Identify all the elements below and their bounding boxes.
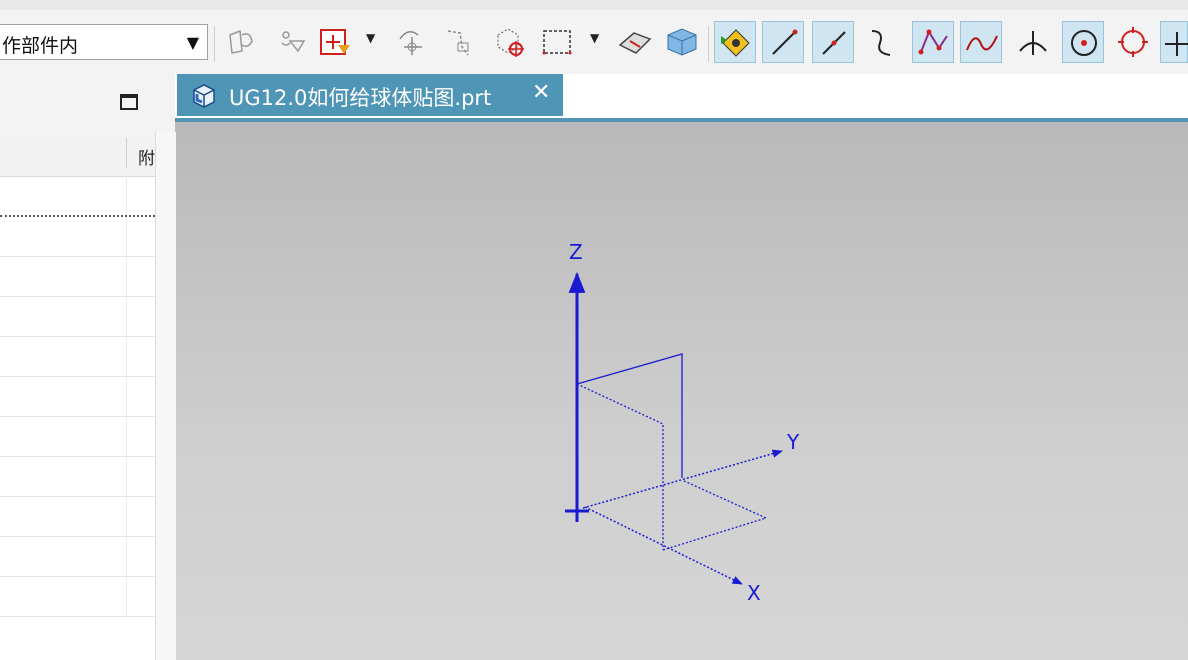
rectangle-select-icon[interactable]	[536, 21, 578, 63]
table-row[interactable]	[0, 457, 155, 497]
table-row[interactable]	[0, 297, 155, 337]
curve-icon[interactable]	[860, 21, 902, 63]
box-select-icon[interactable]	[490, 21, 532, 63]
navigator-header	[0, 74, 175, 132]
quadrant-icon[interactable]	[1112, 21, 1154, 63]
z-axis-label: Z	[569, 240, 583, 264]
type-filter-icon[interactable]	[316, 21, 358, 63]
toolbar-separator	[214, 26, 215, 62]
table-row[interactable]	[0, 377, 155, 417]
intersection-icon[interactable]	[1012, 21, 1054, 63]
maximize-icon[interactable]	[120, 94, 138, 110]
line-icon[interactable]	[762, 21, 804, 63]
table-row[interactable]	[0, 497, 155, 537]
navigator-rows	[0, 176, 155, 617]
part-navigator-panel: 附	[0, 74, 176, 660]
x-axis-label: X	[747, 581, 761, 605]
rotate-view-icon[interactable]	[390, 21, 432, 63]
plus-icon[interactable]	[1160, 21, 1188, 63]
chevron-down-icon[interactable]: ▼	[366, 31, 375, 45]
document-tab-strip: UG12.0如何给球体贴图.prt ✕	[175, 74, 1188, 122]
segment-icon[interactable]	[812, 21, 854, 63]
table-row[interactable]	[0, 577, 155, 617]
document-tab-title: UG12.0如何给球体贴图.prt	[229, 86, 492, 110]
table-row[interactable]	[0, 337, 155, 377]
graphics-viewport[interactable]: Z Y X	[176, 122, 1188, 660]
selection-scope-dropdown[interactable]: 作部件内 ▼	[0, 24, 208, 60]
chevron-down-icon[interactable]: ▼	[187, 33, 199, 52]
document-tab[interactable]: UG12.0如何给球体贴图.prt ✕	[177, 74, 563, 116]
selection-scope-value: 作部件内	[2, 35, 79, 57]
table-row[interactable]	[0, 217, 155, 257]
main-toolbar: 作部件内 ▼ ▼ ▼	[0, 0, 1188, 75]
navigator-column-header[interactable]: 附	[0, 132, 155, 177]
part-file-icon	[193, 84, 215, 108]
sketch-filter-icon[interactable]	[220, 21, 262, 63]
xy-plane	[662, 479, 768, 551]
block-icon[interactable]	[660, 21, 702, 63]
circle-center-icon[interactable]	[1062, 21, 1104, 63]
column-header-label: 附	[138, 149, 155, 169]
spline-icon[interactable]	[960, 21, 1002, 63]
column-divider[interactable]	[126, 138, 127, 168]
toolbar-separator	[708, 26, 709, 62]
chevron-down-icon[interactable]: ▼	[590, 31, 599, 45]
wcs-origin-marker	[565, 500, 589, 522]
close-icon[interactable]: ✕	[532, 80, 550, 105]
eraser-icon[interactable]	[614, 21, 656, 63]
edge-select-icon[interactable]	[438, 21, 480, 63]
navigator-scrollbar[interactable]	[155, 132, 176, 660]
polyline-icon[interactable]	[912, 21, 954, 63]
table-row[interactable]	[0, 537, 155, 577]
xz-plane-dotted	[576, 383, 664, 550]
table-row[interactable]	[0, 417, 155, 457]
ribbon-edge	[0, 0, 1188, 10]
snap-point-icon[interactable]	[714, 21, 756, 63]
y-axis-label: Y	[786, 430, 800, 454]
feature-filter-icon[interactable]	[272, 21, 314, 63]
xz-plane	[576, 353, 683, 478]
wcs-axes-display: Z Y X	[565, 240, 800, 605]
table-row[interactable]	[0, 257, 155, 297]
table-row[interactable]	[0, 176, 155, 217]
